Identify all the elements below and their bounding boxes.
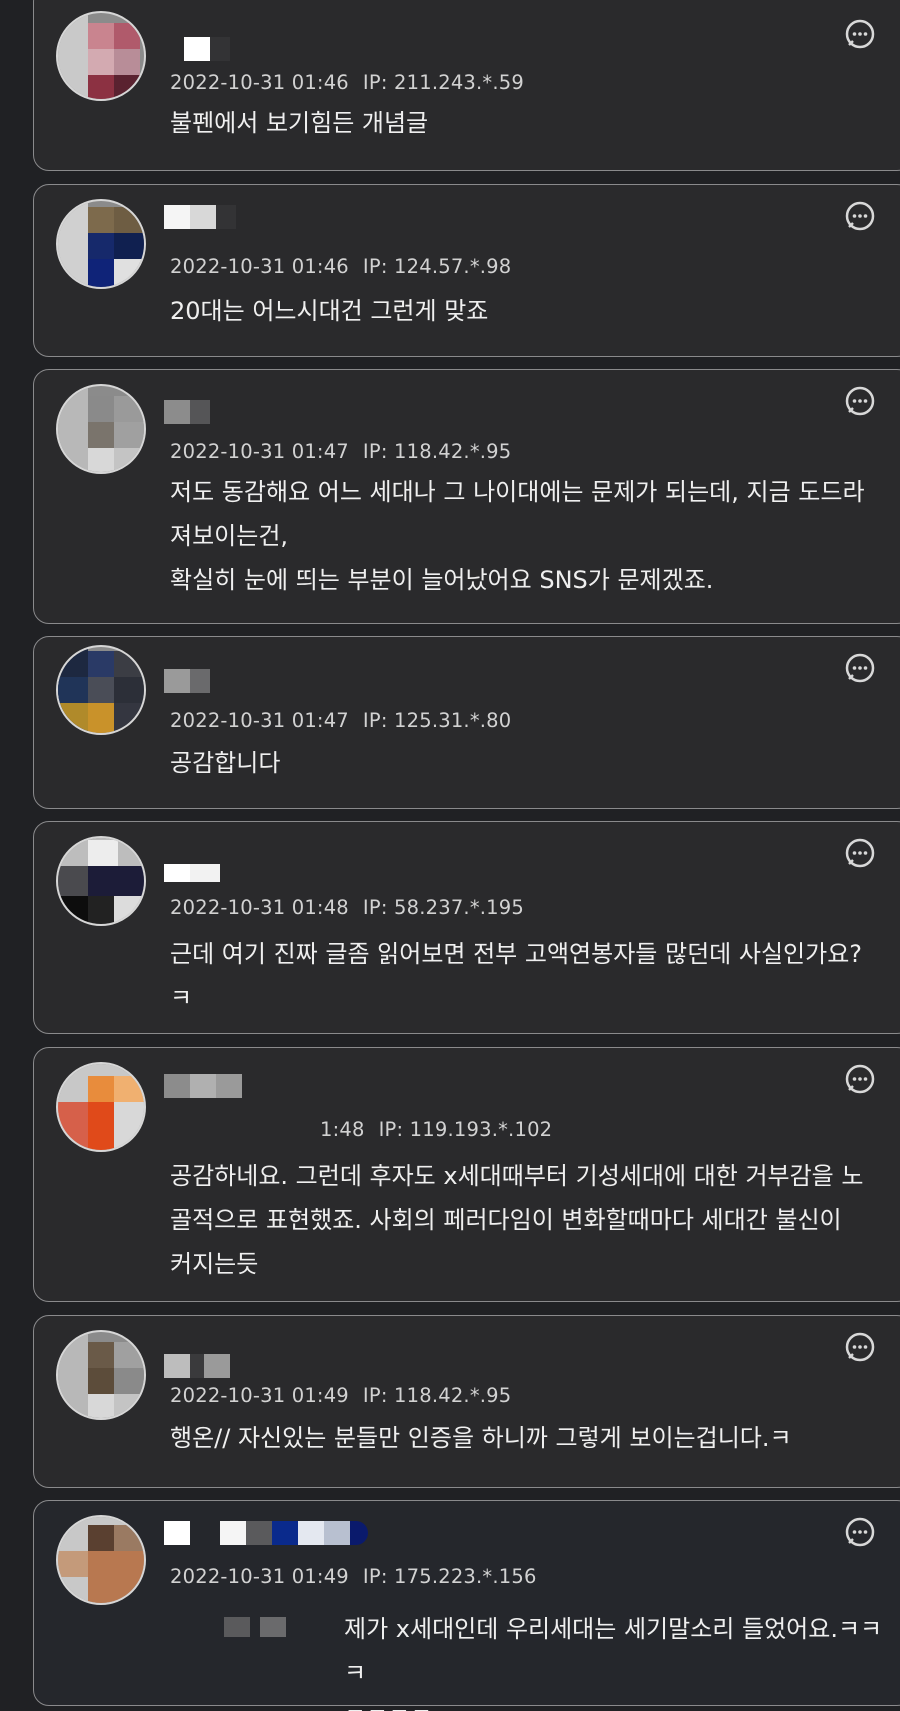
- avatar[interactable]: [56, 645, 146, 735]
- comment-date: 2022-10-31 01:47: [170, 440, 349, 463]
- masked-nickname: [164, 400, 210, 424]
- more-dots-bubble-icon[interactable]: [843, 199, 877, 233]
- comment-meta: 1:48 IP: 119.193.*.102: [320, 1118, 552, 1141]
- comment-ip: IP: 119.193.*.102: [378, 1118, 553, 1141]
- comment-ip: IP: 118.42.*.95: [362, 1384, 512, 1407]
- more-dots-bubble-icon[interactable]: [843, 1330, 877, 1364]
- comment-card: 2022-10-31 01:47 IP: 125.31.*.80 공감합니다: [33, 636, 900, 809]
- comment-text: 저도 동감해요 어느 세대나 그 나이대에는 문제가 되는데, 지금 도드라 져…: [170, 478, 865, 594]
- comment-date: 2022-10-31 01:49: [170, 1384, 349, 1407]
- comment-meta: 2022-10-31 01:48 IP: 58.237.*.195: [170, 896, 524, 919]
- comment-text: 공감합니다: [170, 749, 281, 777]
- comment-ip: IP: 118.42.*.95: [362, 440, 512, 463]
- comment-card: 2022-10-31 01:49 IP: 118.42.*.95 행온// 자신있…: [33, 1315, 900, 1488]
- comment-text: 행온// 자신있는 분들만 인증을 하니까 그렇게 보이는겁니다.ㅋ: [170, 1424, 792, 1452]
- comment-meta: 2022-10-31 01:47 IP: 118.42.*.95: [170, 440, 511, 463]
- masked-nickname: [164, 205, 236, 229]
- comment-ip: IP: 175.223.*.156: [362, 1565, 537, 1588]
- comment-card: 2022-10-31 01:46 IP: 124.57.*.98 20대는 어느시…: [33, 184, 900, 357]
- comment-ip: IP: 58.237.*.195: [362, 896, 524, 919]
- comment-card: 2022-10-31 01:47 IP: 118.42.*.95 저도 동감해요 …: [33, 369, 900, 624]
- comment-meta: 2022-10-31 01:47 IP: 125.31.*.80: [170, 709, 511, 732]
- comment-ip: IP: 211.243.*.59: [362, 71, 524, 94]
- masked-nickname: [164, 669, 210, 693]
- more-dots-bubble-icon[interactable]: [843, 1515, 877, 1549]
- avatar[interactable]: [56, 1062, 146, 1152]
- more-dots-bubble-icon[interactable]: [843, 651, 877, 685]
- comment-date: 1:48: [320, 1118, 365, 1141]
- masked-nickname: [164, 1074, 242, 1098]
- comment-meta: 2022-10-31 01:49 IP: 118.42.*.95: [170, 1384, 511, 1407]
- comment-text: 20대는 어느시대건 그런게 맞죠: [170, 297, 489, 325]
- more-dots-bubble-icon[interactable]: [843, 836, 877, 870]
- avatar[interactable]: [56, 836, 146, 926]
- comment-text: 제가 x세대인데 우리세대는 세기말소리 들었어요.ㅋㅋㅋ ㅋㅋㅋㅋ: [344, 1615, 883, 1711]
- masked-nickname: [164, 1521, 368, 1545]
- masked-nickname: [164, 1354, 230, 1378]
- comment-ip: IP: 125.31.*.80: [362, 709, 512, 732]
- avatar[interactable]: [56, 384, 146, 474]
- comment-text: 공감하네요. 그런데 후자도 x세대때부터 기성세대에 대한 거부감을 노 골적…: [170, 1162, 864, 1278]
- comment-date: 2022-10-31 01:46: [170, 255, 349, 278]
- avatar[interactable]: [56, 1330, 146, 1420]
- comment-card: 2022-10-31 01:46 IP: 211.243.*.59 불펜에서 보기…: [33, 0, 900, 171]
- comment-date: 2022-10-31 01:46: [170, 71, 349, 94]
- more-dots-bubble-icon[interactable]: [843, 17, 877, 51]
- avatar[interactable]: [56, 1515, 146, 1605]
- masked-mention: [224, 1617, 286, 1641]
- comment-text: 불펜에서 보기힘든 개념글: [170, 109, 429, 137]
- avatar[interactable]: [56, 199, 146, 289]
- masked-nickname: [164, 864, 220, 888]
- comment-card: 2022-10-31 01:49 IP: 175.223.*.156 제가 x세대…: [33, 1500, 900, 1711]
- comment-card: 1:48 IP: 119.193.*.102 공감하네요. 그런데 후자도 x세대…: [33, 1047, 900, 1302]
- more-dots-bubble-icon[interactable]: [843, 1062, 877, 1096]
- more-dots-bubble-icon[interactable]: [843, 384, 877, 418]
- comment-date: 2022-10-31 01:47: [170, 709, 349, 732]
- comment-meta: 2022-10-31 01:46 IP: 211.243.*.59: [170, 71, 524, 94]
- comment-ip: IP: 124.57.*.98: [362, 255, 512, 278]
- comment-text: 근데 여기 진짜 글좀 읽어보면 전부 고액연봉자들 많던데 사실인가요? ㅋ: [170, 940, 863, 1012]
- comment-date: 2022-10-31 01:48: [170, 896, 349, 919]
- comment-meta: 2022-10-31 01:49 IP: 175.223.*.156: [170, 1565, 537, 1588]
- avatar[interactable]: [56, 11, 146, 101]
- comment-meta: 2022-10-31 01:46 IP: 124.57.*.98: [170, 255, 511, 278]
- masked-nickname: [164, 37, 230, 61]
- comment-date: 2022-10-31 01:49: [170, 1565, 349, 1588]
- comment-card: 2022-10-31 01:48 IP: 58.237.*.195 근데 여기 진…: [33, 821, 900, 1034]
